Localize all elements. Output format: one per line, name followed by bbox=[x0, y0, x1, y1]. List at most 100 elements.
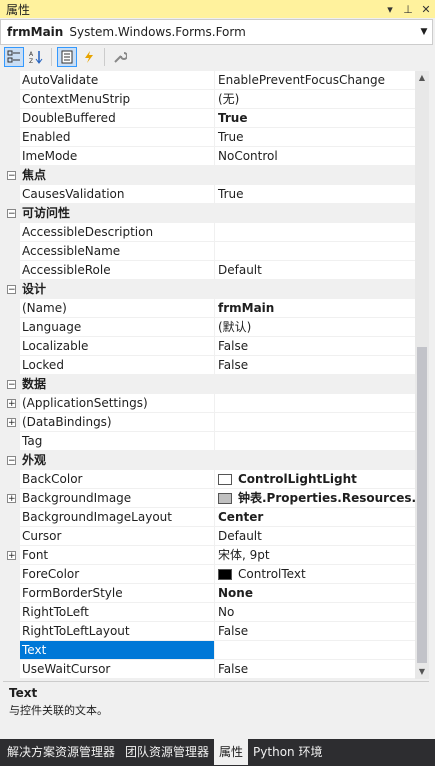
collapse-icon[interactable]: − bbox=[7, 456, 16, 466]
property-value[interactable]: True bbox=[215, 109, 415, 128]
property-row[interactable]: ContextMenuStrip (无) bbox=[3, 90, 415, 109]
category-row[interactable]: − 数据 bbox=[3, 375, 415, 394]
category-row[interactable]: − 可访问性 bbox=[3, 204, 415, 223]
property-row[interactable]: + (ApplicationSettings) bbox=[3, 394, 415, 413]
property-value[interactable]: No bbox=[215, 603, 415, 622]
property-value[interactable] bbox=[215, 242, 415, 261]
tab[interactable]: 解决方案资源管理器 bbox=[2, 739, 120, 765]
property-value[interactable]: (无) bbox=[215, 90, 415, 109]
property-row[interactable]: AutoValidate EnablePreventFocusChange bbox=[3, 71, 415, 90]
close-icon[interactable]: ✕ bbox=[417, 3, 435, 16]
property-row[interactable]: + Font 宋体, 9pt bbox=[3, 546, 415, 565]
property-row[interactable]: DoubleBuffered True bbox=[3, 109, 415, 128]
property-value[interactable]: EnablePreventFocusChange bbox=[215, 71, 415, 90]
property-row[interactable]: (Name) frmMain bbox=[3, 299, 415, 318]
property-value[interactable]: (默认) bbox=[215, 318, 415, 337]
property-row[interactable]: AccessibleDescription bbox=[3, 223, 415, 242]
property-value[interactable] bbox=[215, 223, 415, 242]
property-name[interactable]: (DataBindings) bbox=[20, 413, 215, 432]
property-name[interactable]: AccessibleRole bbox=[20, 261, 215, 280]
property-name[interactable]: Enabled bbox=[20, 128, 215, 147]
property-name[interactable]: Cursor bbox=[20, 527, 215, 546]
property-name[interactable]: DoubleBuffered bbox=[20, 109, 215, 128]
property-name[interactable]: CausesValidation bbox=[20, 185, 215, 204]
tab[interactable]: 属性 bbox=[214, 739, 249, 765]
property-row[interactable]: Cursor Default bbox=[3, 527, 415, 546]
expand-icon[interactable]: + bbox=[7, 551, 16, 561]
property-row[interactable]: BackgroundImageLayout Center bbox=[3, 508, 415, 527]
property-row[interactable]: Enabled True bbox=[3, 128, 415, 147]
property-value[interactable]: True bbox=[215, 128, 415, 147]
property-value[interactable]: 宋体, 9pt bbox=[215, 546, 415, 565]
property-row[interactable]: AccessibleRole Default bbox=[3, 261, 415, 280]
property-value[interactable]: Center bbox=[215, 508, 415, 527]
property-row[interactable]: Language (默认) bbox=[3, 318, 415, 337]
property-name[interactable]: AccessibleDescription bbox=[20, 223, 215, 242]
pin-icon[interactable]: ⊥ bbox=[399, 3, 417, 16]
expand-icon[interactable]: + bbox=[7, 494, 16, 504]
property-value[interactable]: frmMain bbox=[215, 299, 415, 318]
property-row[interactable]: ImeMode NoControl bbox=[3, 147, 415, 166]
scroll-up-icon[interactable]: ▲ bbox=[415, 71, 429, 85]
property-row[interactable]: UseWaitCursor False bbox=[3, 660, 415, 679]
scroll-down-icon[interactable]: ▼ bbox=[415, 665, 429, 679]
collapse-icon[interactable]: − bbox=[7, 285, 16, 295]
category-row[interactable]: − 外观 bbox=[3, 451, 415, 470]
property-row[interactable]: Tag bbox=[3, 432, 415, 451]
property-value[interactable]: False bbox=[215, 337, 415, 356]
property-name[interactable]: ImeMode bbox=[20, 147, 215, 166]
property-row[interactable]: AccessibleName bbox=[3, 242, 415, 261]
property-row[interactable]: + (DataBindings) bbox=[3, 413, 415, 432]
property-value[interactable]: False bbox=[215, 622, 415, 641]
property-row[interactable]: Localizable False bbox=[3, 337, 415, 356]
property-name[interactable]: RightToLeftLayout bbox=[20, 622, 215, 641]
property-value[interactable]: False bbox=[215, 356, 415, 375]
property-name[interactable]: (Name) bbox=[20, 299, 215, 318]
property-name[interactable]: BackgroundImage bbox=[20, 489, 215, 508]
category-row[interactable]: − 焦点 bbox=[3, 166, 415, 185]
property-name[interactable]: Language bbox=[20, 318, 215, 337]
property-name[interactable]: FormBorderStyle bbox=[20, 584, 215, 603]
property-row[interactable]: Locked False bbox=[3, 356, 415, 375]
property-value[interactable]: ControlLightLight bbox=[215, 470, 415, 489]
property-name[interactable]: ContextMenuStrip bbox=[20, 90, 215, 109]
property-value[interactable] bbox=[215, 413, 415, 432]
property-name[interactable]: BackgroundImageLayout bbox=[20, 508, 215, 527]
property-name[interactable]: (ApplicationSettings) bbox=[20, 394, 215, 413]
category-label[interactable]: 设计 bbox=[20, 280, 215, 299]
properties-icon[interactable] bbox=[57, 47, 77, 67]
property-name[interactable]: BackColor bbox=[20, 470, 215, 489]
property-row[interactable]: + BackgroundImage 钟表.Properties.Resources.… bbox=[3, 489, 415, 508]
property-row[interactable]: RightToLeft No bbox=[3, 603, 415, 622]
property-row[interactable]: FormBorderStyle None bbox=[3, 584, 415, 603]
property-value[interactable]: Default bbox=[215, 261, 415, 280]
category-label[interactable]: 外观 bbox=[20, 451, 215, 470]
property-row[interactable]: Text bbox=[3, 641, 415, 660]
lightning-icon[interactable] bbox=[79, 47, 99, 67]
categorized-icon[interactable] bbox=[4, 47, 24, 67]
category-row[interactable]: − 设计 bbox=[3, 280, 415, 299]
property-row[interactable]: ForeColor ControlText bbox=[3, 565, 415, 584]
property-value[interactable]: False bbox=[215, 660, 415, 679]
property-value[interactable]: ControlText bbox=[215, 565, 415, 584]
property-name[interactable]: Font bbox=[20, 546, 215, 565]
property-value[interactable] bbox=[215, 394, 415, 413]
property-name[interactable]: RightToLeft bbox=[20, 603, 215, 622]
vertical-scrollbar[interactable]: ▲ ▼ bbox=[415, 71, 429, 679]
property-value[interactable]: NoControl bbox=[215, 147, 415, 166]
expand-icon[interactable]: + bbox=[7, 399, 16, 409]
property-row[interactable]: BackColor ControlLightLight bbox=[3, 470, 415, 489]
collapse-icon[interactable]: − bbox=[7, 209, 16, 219]
property-name[interactable]: AutoValidate bbox=[20, 71, 215, 90]
property-value[interactable]: None bbox=[215, 584, 415, 603]
property-name[interactable]: ForeColor bbox=[20, 565, 215, 584]
property-name[interactable]: UseWaitCursor bbox=[20, 660, 215, 679]
object-selector[interactable]: frmMain System.Windows.Forms.Form ▼ bbox=[0, 19, 433, 45]
property-row[interactable]: RightToLeftLayout False bbox=[3, 622, 415, 641]
tab[interactable]: Python 环境 bbox=[248, 739, 327, 765]
wrench-icon[interactable] bbox=[110, 47, 130, 67]
sort-az-icon[interactable]: AZ bbox=[26, 47, 46, 67]
chevron-down-icon[interactable]: ▾ bbox=[381, 3, 399, 16]
category-label[interactable]: 焦点 bbox=[20, 166, 215, 185]
property-row[interactable]: CausesValidation True bbox=[3, 185, 415, 204]
